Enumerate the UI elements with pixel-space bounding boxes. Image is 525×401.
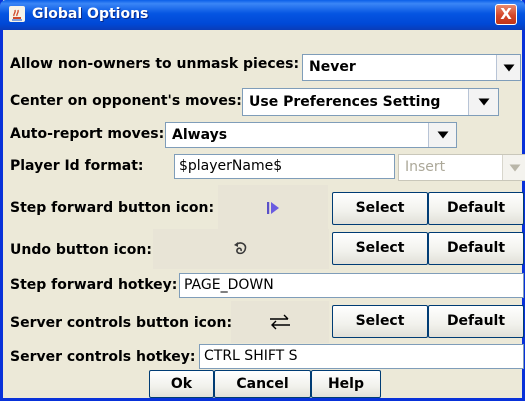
- ok-button[interactable]: Ok: [149, 370, 214, 398]
- unmask-dropdown[interactable]: Never: [302, 54, 521, 81]
- insert-dropdown: Insert: [398, 154, 525, 181]
- server-hotkey-label: Server controls hotkey:: [10, 349, 196, 365]
- title-bar[interactable]: Global Options X: [0, 0, 525, 30]
- window-title: Global Options: [32, 6, 149, 22]
- undo-icon-select-button[interactable]: Select: [332, 232, 428, 265]
- unmask-label: Allow non-owners to unmask pieces:: [10, 56, 300, 72]
- cancel-button[interactable]: Cancel: [214, 370, 311, 398]
- server-hotkey-field[interactable]: CTRL SHIFT S: [199, 344, 524, 369]
- step-hotkey-field[interactable]: PAGE_DOWN: [179, 273, 524, 298]
- player-id-field[interactable]: $playerName$: [174, 154, 395, 179]
- close-button[interactable]: X: [495, 4, 517, 25]
- autoreport-value: Always: [172, 127, 228, 143]
- step-icon-default-button[interactable]: Default: [428, 192, 524, 225]
- undo-icon: [234, 242, 247, 255]
- autoreport-dropdown[interactable]: Always: [165, 122, 457, 148]
- chevron-down-icon: [502, 155, 525, 180]
- chevron-down-icon[interactable]: [496, 55, 520, 80]
- help-button[interactable]: Help: [311, 370, 381, 398]
- step-forward-icon-preview: [218, 185, 328, 231]
- server-icon-default-button[interactable]: Default: [428, 305, 524, 338]
- server-controls-icon: [270, 314, 290, 330]
- center-dropdown[interactable]: Use Preferences Setting: [242, 88, 499, 116]
- chevron-down-icon[interactable]: [428, 123, 456, 147]
- center-value: Use Preferences Setting: [249, 94, 441, 110]
- java-icon: [9, 6, 25, 22]
- server-icon-label: Server controls button icon:: [10, 315, 233, 331]
- step-icon-label: Step forward button icon:: [10, 200, 215, 216]
- server-controls-icon-preview: [231, 301, 329, 343]
- undo-icon-label: Undo button icon:: [10, 242, 152, 258]
- unmask-value: Never: [309, 59, 356, 75]
- autoreport-label: Auto-report moves:: [10, 126, 165, 142]
- server-icon-select-button[interactable]: Select: [332, 305, 428, 338]
- global-options-dialog: Global Options X Allow non-owners to unm…: [0, 0, 525, 401]
- step-forward-icon: [267, 202, 279, 214]
- undo-icon-default-button[interactable]: Default: [428, 232, 524, 265]
- insert-value: Insert: [405, 159, 446, 175]
- step-icon-select-button[interactable]: Select: [332, 192, 428, 225]
- step-hotkey-label: Step forward hotkey:: [10, 277, 178, 293]
- center-label: Center on opponent's moves:: [10, 93, 242, 109]
- chevron-down-icon[interactable]: [468, 89, 498, 115]
- player-id-label: Player Id format:: [10, 158, 144, 174]
- undo-icon-preview: [153, 229, 329, 269]
